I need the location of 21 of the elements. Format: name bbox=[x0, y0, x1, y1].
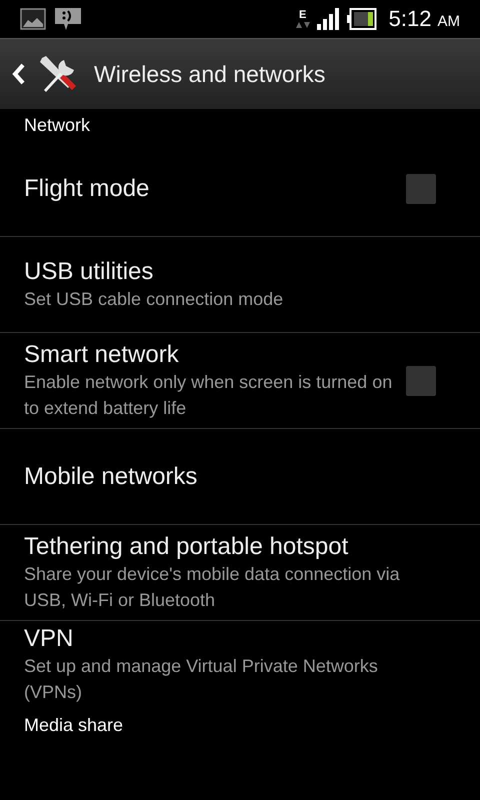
back-icon[interactable] bbox=[12, 63, 26, 85]
checkbox[interactable] bbox=[406, 174, 436, 204]
checkbox[interactable] bbox=[406, 366, 436, 396]
settings-item[interactable]: Flight mode bbox=[0, 141, 480, 237]
screen-title: Wireless and networks bbox=[94, 60, 326, 88]
settings-item[interactable]: USB utilities Set USB cable connection mode bbox=[0, 237, 480, 333]
section-header: Network bbox=[23, 114, 92, 137]
clock-time: 5:12 bbox=[388, 6, 432, 32]
settings-item[interactable]: Mobile networks bbox=[0, 429, 480, 525]
network-type: E bbox=[299, 10, 306, 20]
clock-ampm: AM bbox=[438, 12, 460, 30]
data-arrows-icon bbox=[294, 20, 311, 28]
section-header: Media share bbox=[23, 714, 124, 737]
settings-item[interactable]: Tethering and portable hotspot Share your device's mobile data connection via USB, Wi-Fi or Bluetooth bbox=[0, 525, 480, 621]
settings-item[interactable]: VPN Set up and manage Virtual Private Networks (VPNs) bbox=[0, 621, 480, 709]
signal-icon bbox=[316, 8, 341, 30]
picture-notification-icon bbox=[20, 8, 46, 30]
battery-icon bbox=[346, 8, 377, 30]
settings-item[interactable]: Smart network Enable network only when screen is turned on to extend battery life bbox=[0, 333, 480, 429]
chat-notification-icon bbox=[54, 7, 82, 31]
tools-icon bbox=[38, 54, 78, 94]
